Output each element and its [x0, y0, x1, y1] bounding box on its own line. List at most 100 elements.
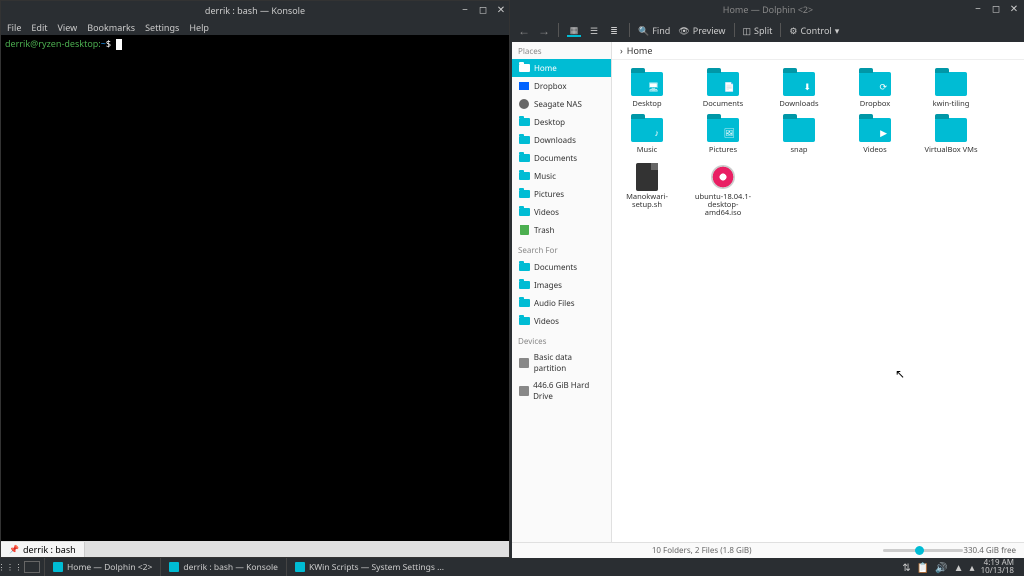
sidebar-device-446.6-gib-hard-drive[interactable]: 446.6 GiB Hard Drive: [512, 377, 611, 405]
folder-icon: [518, 279, 530, 291]
sidebar-item-desktop[interactable]: Desktop: [512, 113, 611, 131]
file-item-dropbox[interactable]: ⟳Dropbox: [846, 70, 904, 108]
menu-edit[interactable]: Edit: [31, 21, 47, 34]
menu-view[interactable]: View: [58, 21, 78, 34]
menu-bookmarks[interactable]: Bookmarks: [87, 21, 135, 34]
separator: [734, 23, 735, 37]
folder-icon: ⬇: [783, 72, 815, 96]
sidebar-item-label: Documents: [534, 153, 577, 164]
sidebar-search-audio-files[interactable]: Audio Files: [512, 294, 611, 312]
file-item-documents[interactable]: 📄Documents: [694, 70, 752, 108]
task-item[interactable]: derrik : bash — Konsole: [160, 558, 286, 576]
task-icon: [295, 562, 305, 572]
prompt-user: derrik@ryzen-desktop: [5, 37, 98, 50]
split-button[interactable]: ◫Split: [743, 24, 773, 37]
taskbar-clock[interactable]: 4:19 AM 10/13/18: [981, 559, 1018, 575]
file-label: Pictures: [709, 146, 737, 154]
view-compact-button[interactable]: ☰: [587, 23, 601, 37]
back-button[interactable]: ←: [518, 22, 530, 39]
preview-button[interactable]: 👁Preview: [678, 24, 725, 37]
clock-date: 10/13/18: [981, 567, 1014, 575]
file-item-kwin-tiling[interactable]: kwin-tiling: [922, 70, 980, 108]
terminal-cursor: [116, 39, 122, 50]
sidebar-item-seagate-nas[interactable]: Seagate NAS: [512, 95, 611, 113]
menu-help[interactable]: Help: [189, 21, 209, 34]
konsole-tabbar: 📌 derrik : bash: [1, 541, 509, 557]
chevron-down-icon: ▾: [835, 24, 840, 37]
breadcrumb[interactable]: › Home: [612, 42, 1024, 60]
file-label: Downloads: [779, 100, 818, 108]
sidebar-item-home[interactable]: Home: [512, 59, 611, 77]
sidebar-item-trash[interactable]: Trash: [512, 221, 611, 239]
task-label: KWin Scripts — System Settings ...: [309, 562, 444, 573]
app-launcher[interactable]: ⋮⋮⋮: [0, 558, 20, 576]
split-icon: ◫: [743, 24, 752, 37]
gear-icon: ⚙: [789, 24, 797, 37]
konsole-titlebar[interactable]: derrik : bash — Konsole − ◻ ✕: [1, 1, 509, 19]
sidebar-item-videos[interactable]: Videos: [512, 203, 611, 221]
close-icon[interactable]: ✕: [1008, 2, 1020, 14]
sidebar-search-documents[interactable]: Documents: [512, 258, 611, 276]
folder-icon: [935, 72, 967, 96]
view-details-button[interactable]: ≣: [607, 23, 621, 37]
find-button[interactable]: 🔍Find: [638, 24, 670, 37]
tray-expand-icon[interactable]: ▴: [970, 560, 975, 574]
dolphin-titlebar[interactable]: Home — Dolphin <2> − ◻ ✕: [512, 0, 1024, 18]
file-label: ubuntu-18.04.1-desktop-amd64.iso: [694, 193, 752, 218]
task-item[interactable]: Home — Dolphin <2>: [44, 558, 160, 576]
control-button[interactable]: ⚙Control▾: [789, 24, 839, 37]
folder-icon: [518, 315, 530, 327]
file-item-manokwari-setup-sh[interactable]: Manokwari-setup.sh: [618, 163, 676, 218]
folder-icon: 🖼: [707, 118, 739, 142]
folder-icon: [518, 152, 530, 164]
file-item-downloads[interactable]: ⬇ Downloads: [770, 70, 828, 108]
file-item-desktop[interactable]: 🖥Desktop: [618, 70, 676, 108]
file-grid[interactable]: 🖥Desktop 📄Documents ⬇ Downloads ⟳Dropbox kwin…: [612, 60, 1024, 227]
sidebar-item-music[interactable]: Music: [512, 167, 611, 185]
sidebar-search-videos[interactable]: Videos: [512, 312, 611, 330]
menu-settings[interactable]: Settings: [145, 21, 179, 34]
konsole-tab[interactable]: 📌 derrik : bash: [1, 542, 85, 557]
task-label: Home — Dolphin <2>: [67, 562, 152, 573]
close-icon[interactable]: ✕: [495, 3, 507, 15]
konsole-menubar: File Edit View Bookmarks Settings Help: [1, 19, 509, 35]
file-item-music[interactable]: ♪Music: [618, 116, 676, 154]
folder-icon: [518, 297, 530, 309]
status-free: 330.4 GiB free: [963, 545, 1016, 556]
dolphin-window: Home — Dolphin <2> − ◻ ✕ ← → ▦ ☰ ≣ 🔍Find…: [512, 0, 1024, 558]
maximize-icon[interactable]: ◻: [477, 3, 489, 15]
desktop-pager[interactable]: [24, 561, 40, 573]
sidebar-item-dropbox[interactable]: Dropbox: [512, 77, 611, 95]
sidebar-device-basic-data-partition[interactable]: Basic data partition: [512, 349, 611, 377]
devices-heading: Devices: [512, 334, 611, 349]
folder-icon: 📄: [707, 72, 739, 96]
zoom-slider[interactable]: [883, 549, 963, 552]
task-item[interactable]: KWin Scripts — System Settings ...: [286, 558, 452, 576]
sidebar-item-label: Desktop: [534, 117, 565, 128]
sidebar-search-images[interactable]: Images: [512, 276, 611, 294]
file-item-videos[interactable]: ▶Videos: [846, 116, 904, 154]
file-item-pictures[interactable]: 🖼 Pictures: [694, 116, 752, 154]
tray-clipboard-icon[interactable]: 📋: [917, 560, 929, 574]
sidebar-item-label: Videos: [534, 316, 559, 327]
sidebar-item-documents[interactable]: Documents: [512, 149, 611, 167]
tray-network-icon[interactable]: ▲: [954, 560, 964, 574]
file-item-snap[interactable]: snap: [770, 116, 828, 154]
konsole-title: derrik : bash — Konsole: [205, 4, 305, 17]
file-item-ubuntu-18-04-1-desktop-amd64-iso[interactable]: ubuntu-18.04.1-desktop-amd64.iso: [694, 163, 752, 218]
sidebar-item-pictures[interactable]: Pictures: [512, 185, 611, 203]
menu-file[interactable]: File: [7, 21, 21, 34]
sidebar-item-downloads[interactable]: Downloads: [512, 131, 611, 149]
terminal-body[interactable]: derrik@ryzen-desktop:~$: [1, 35, 509, 541]
minimize-icon[interactable]: −: [972, 2, 984, 14]
forward-button[interactable]: →: [538, 22, 550, 39]
tray-updates-icon[interactable]: ⇅: [902, 560, 910, 574]
view-icons-button[interactable]: ▦: [567, 23, 581, 37]
maximize-icon[interactable]: ◻: [990, 2, 1002, 14]
tray-volume-icon[interactable]: 🔊: [935, 560, 947, 574]
minimize-icon[interactable]: −: [459, 3, 471, 15]
task-label: derrik : bash — Konsole: [183, 562, 278, 573]
breadcrumb-home[interactable]: Home: [627, 44, 653, 57]
file-item-virtualbox-vms[interactable]: VirtualBox VMs: [922, 116, 980, 154]
iso-icon: [711, 165, 735, 189]
